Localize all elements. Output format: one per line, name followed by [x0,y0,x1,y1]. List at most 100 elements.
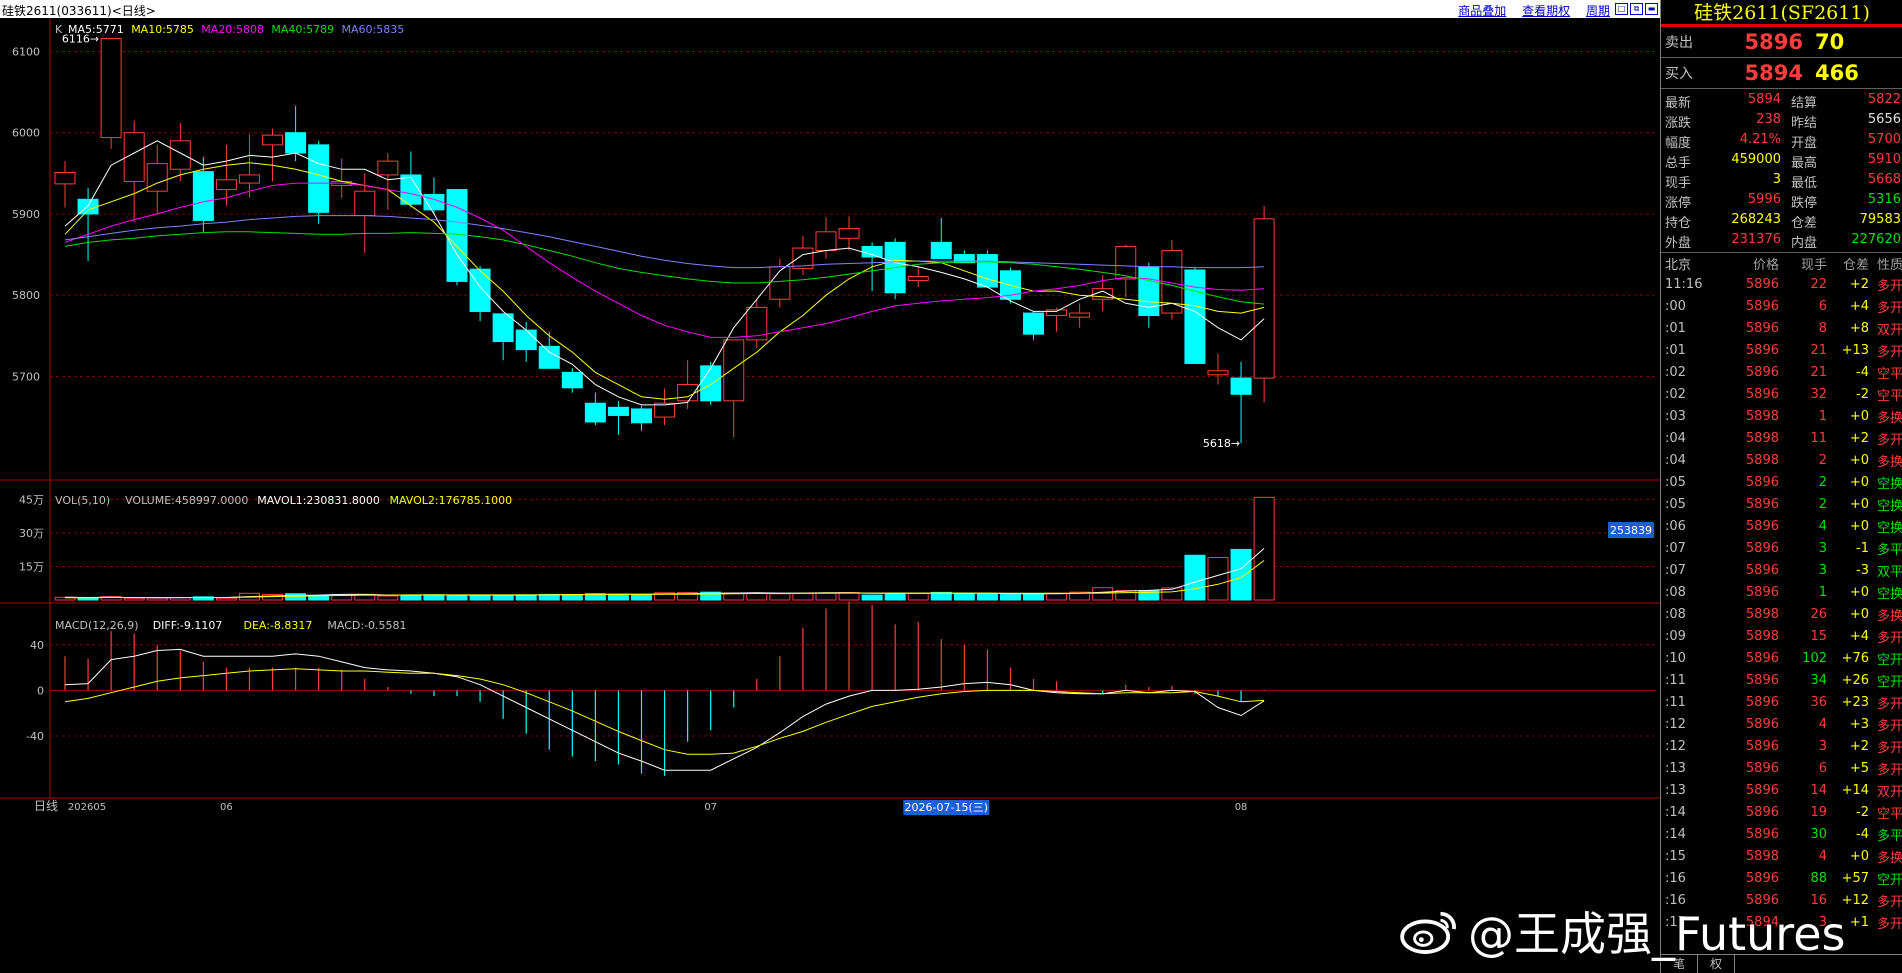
tick-row[interactable]: :10 5896 102 +76 空开 [1661,647,1902,669]
tick-nature: 空换 [1876,586,1902,602]
close-icon[interactable]: ▬ [1645,3,1658,15]
candle-body [723,339,745,402]
tick-oi: +12 [1841,892,1869,908]
volume-bar [607,593,629,601]
tick-row[interactable]: :12 5896 4 +3 多开 [1661,713,1902,735]
tick-row[interactable]: 11:16 5896 22 +2 多开 [1661,273,1902,295]
tab-rights[interactable]: 权 [1698,955,1735,973]
tick-volume: 4 [1818,518,1827,534]
tick-row[interactable]: :13 5896 14 +14 双开 [1661,779,1902,801]
tick-time: :14 [1665,826,1686,842]
volume-bar [215,597,237,601]
stat-row: 持仓 268243 仓差 79583 [1661,212,1902,232]
tick-row[interactable]: :16 5896 88 +57 空开 [1661,867,1902,889]
volume-bar [1046,592,1068,601]
tick-time: :05 [1665,496,1686,512]
ask-row: 卖出 5896 70 [1661,27,1902,57]
tick-oi: +26 [1841,672,1869,688]
volume-bar [746,592,768,601]
tick-volume: 19 [1810,804,1827,820]
tick-price: 5896 [1745,584,1779,600]
date-tick-label: 06 [220,802,233,813]
stat-value: 5910 [1867,152,1901,167]
candle-body [861,245,883,258]
candle-body [492,313,514,342]
tick-row[interactable]: :04 5898 2 +0 多换 [1661,449,1902,471]
stat-label: 结算 [1791,96,1818,111]
macd-tick-label: -40 [26,730,44,743]
tick-volume: 6 [1818,298,1827,314]
tick-row[interactable]: :08 5898 26 +0 多换 [1661,603,1902,625]
tick-row[interactable]: :11 5896 34 +26 空开 [1661,669,1902,691]
stat-value: 5700 [1867,132,1901,147]
view-options-link[interactable]: 查看期权 [1522,4,1570,18]
tab-ticks[interactable]: 笔 [1661,955,1698,973]
stat-row: 幅度 4.21% 开盘 5700 [1661,132,1902,152]
tick-row[interactable]: :00 5896 6 +4 多开 [1661,295,1902,317]
overlay-commodity-link[interactable]: 商品叠加 [1458,4,1506,18]
tick-row[interactable]: :11 5896 36 +23 多开 [1661,691,1902,713]
candle-body [215,179,237,191]
tick-row[interactable]: :17 5894 3 +1 多开 [1661,911,1902,933]
tick-oi: +57 [1841,870,1869,886]
tick-row[interactable]: :01 5896 21 +13 多开 [1661,339,1902,361]
tick-row[interactable]: :07 5896 3 -1 多平 [1661,537,1902,559]
tick-row[interactable]: :02 5896 21 -4 空平 [1661,361,1902,383]
kline-chart[interactable]: 6100600059005800570045万30万15万400-406116→… [0,18,1660,973]
macd-legend: MACD(12,26,9) [55,619,139,632]
macd-tick-label: 40 [30,639,44,652]
tick-row[interactable]: :05 5896 2 +0 空换 [1661,471,1902,493]
volume-bar [631,593,652,601]
volume-bar [861,594,883,601]
tick-row[interactable]: :03 5898 1 +0 多换 [1661,405,1902,427]
tick-volume: 8 [1818,320,1827,336]
tick-volume: 2 [1818,496,1827,512]
tick-row[interactable]: :05 5896 2 +0 空换 [1661,493,1902,515]
tick-price: 5896 [1745,496,1779,512]
stat-label: 现手 [1665,176,1692,191]
tick-price: 5896 [1745,562,1779,578]
tile-icon[interactable]: ⧉ [1630,3,1643,15]
tick-row[interactable]: :09 5898 15 +4 多开 [1661,625,1902,647]
candle-body [377,160,399,176]
tick-time: :10 [1665,650,1686,666]
vol-legend: MAVOL1:230831.8000 [257,494,380,507]
tick-row[interactable]: :14 5896 30 -4 多平 [1661,823,1902,845]
tick-row[interactable]: :15 5898 4 +0 多换 [1661,845,1902,867]
tick-price: 5896 [1745,320,1779,336]
restore-icon[interactable]: □ [1615,3,1628,15]
ma-legend: MA10:5785 [131,23,194,36]
tick-price: 5896 [1745,650,1779,666]
tick-time: :13 [1665,782,1686,798]
tick-row[interactable]: :04 5898 11 +2 多开 [1661,427,1902,449]
tick-list[interactable]: 11:16 5896 22 +2 多开:00 5896 6 +4 多开:01 5896 8 +8 双开:… [1661,273,1902,933]
volume-bar [423,594,445,601]
tick-nature: 多开 [1876,696,1902,712]
candle-body [538,345,560,369]
tick-volume: 34 [1810,672,1827,688]
volume-bar [769,593,791,601]
tick-volume: 2 [1818,452,1827,468]
tick-oi: +5 [1849,760,1869,776]
tick-row[interactable]: :12 5896 3 +2 多开 [1661,735,1902,757]
stat-value: 3 [1772,172,1781,187]
tick-volume: 30 [1810,826,1827,842]
tick-row[interactable]: :16 5896 16 +12 多开 [1661,889,1902,911]
stat-row: 涨停 5996 跌停 5316 [1661,192,1902,212]
tick-row[interactable]: :08 5896 1 +0 空换 [1661,581,1902,603]
tick-row[interactable]: :06 5896 4 +0 空换 [1661,515,1902,537]
stat-value: 459000 [1731,152,1781,167]
tick-oi: -3 [1856,562,1869,578]
tick-price: 5896 [1745,694,1779,710]
tick-row[interactable]: :14 5896 19 -2 空平 [1661,801,1902,823]
tick-time: :16 [1665,892,1686,908]
tick-row[interactable]: :01 5896 8 +8 双开 [1661,317,1902,339]
low-marker: 5618→ [1203,437,1240,450]
candle-body [1023,312,1045,335]
tick-oi: -2 [1856,804,1869,820]
tick-row[interactable]: :13 5896 6 +5 多开 [1661,757,1902,779]
tick-row[interactable]: :07 5896 3 -3 双平 [1661,559,1902,581]
tick-row[interactable]: :02 5896 32 -2 空平 [1661,383,1902,405]
price-tick-label: 5900 [12,208,40,221]
period-link[interactable]: 周期 [1586,4,1610,18]
